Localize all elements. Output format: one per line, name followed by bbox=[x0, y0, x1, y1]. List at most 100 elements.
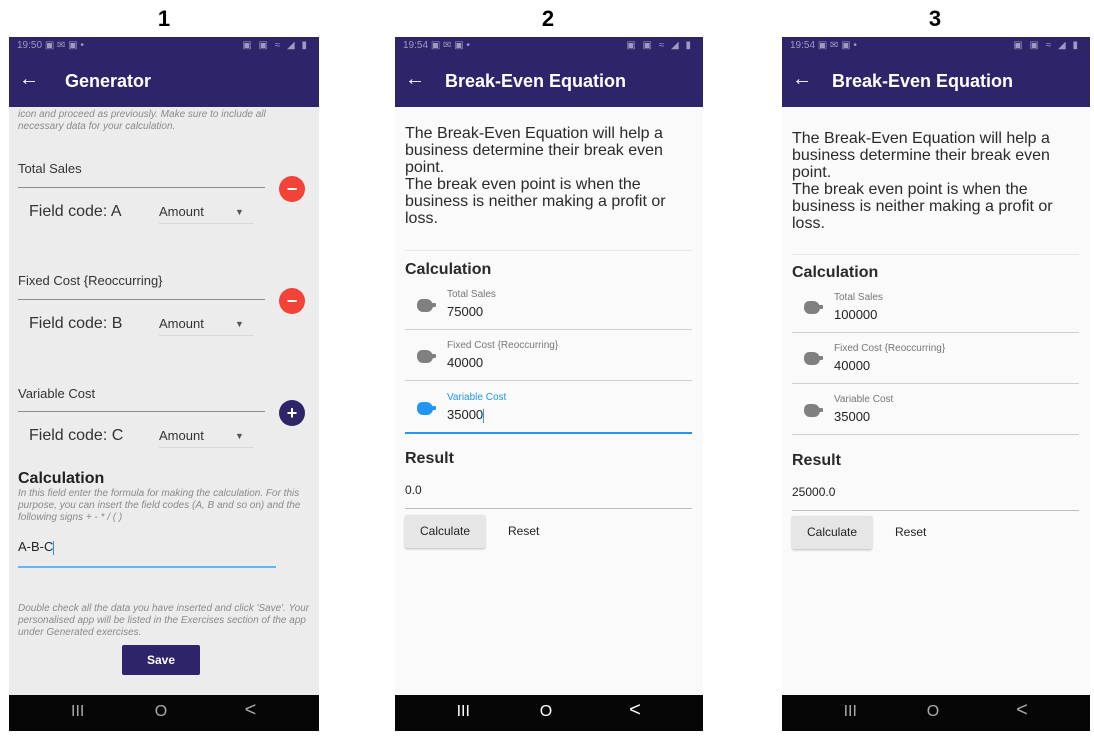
select-underline bbox=[159, 447, 254, 448]
description-line-1: The Break-Even Equation will help a busi… bbox=[405, 125, 663, 176]
panel-number-3: 3 bbox=[928, 6, 942, 31]
input-label-total-sales: Total Sales bbox=[447, 289, 496, 300]
description: The Break-Even Equation will help a busi… bbox=[405, 125, 695, 227]
description-line-2: The break even point is when the busines… bbox=[792, 181, 1053, 232]
description-line-1: The Break-Even Equation will help a busi… bbox=[792, 130, 1050, 181]
formula-underline bbox=[18, 566, 276, 568]
piggy-bank-icon bbox=[804, 301, 823, 314]
input-label-fixed-cost: Fixed Cost {Reoccurring} bbox=[447, 340, 559, 351]
back-arrow-icon[interactable]: ← bbox=[19, 69, 39, 89]
field-underline bbox=[18, 411, 265, 412]
reset-button[interactable]: Reset bbox=[895, 525, 926, 539]
formula-input[interactable]: A-B-C bbox=[18, 539, 55, 555]
field-label-total-sales[interactable]: Total Sales bbox=[18, 161, 82, 176]
intro-hint: icon and proceed as previously. Make sur… bbox=[18, 109, 266, 132]
page-title: Break-Even Equation bbox=[445, 71, 627, 91]
calculation-heading: Calculation bbox=[18, 470, 105, 487]
status-system-icons: ▣ ▣ ≈ ◢ ▮ bbox=[1013, 40, 1080, 51]
field-type-select[interactable]: Amount bbox=[159, 316, 204, 331]
calculate-button[interactable]: Calculate bbox=[405, 515, 485, 548]
chevron-down-icon[interactable]: ▼ bbox=[235, 319, 244, 329]
field-label-fixed-cost[interactable]: Fixed Cost {Reoccurring} bbox=[18, 273, 163, 288]
status-system-icons: ▣ ▣ ≈ ◢ ▮ bbox=[626, 40, 693, 51]
select-underline bbox=[159, 335, 254, 336]
divider bbox=[792, 254, 1079, 255]
input-underline bbox=[792, 332, 1079, 333]
field-type-select[interactable]: Amount bbox=[159, 428, 204, 443]
description: The Break-Even Equation will help a busi… bbox=[792, 130, 1082, 232]
recent-apps-icon[interactable]: III bbox=[844, 703, 857, 721]
input-label-variable-cost: Variable Cost bbox=[834, 394, 894, 405]
back-arrow-icon[interactable]: ← bbox=[405, 69, 425, 89]
calculation-hint: In this field enter the formula for maki… bbox=[18, 488, 301, 523]
piggy-bank-icon bbox=[417, 350, 436, 363]
field-type-select[interactable]: Amount bbox=[159, 204, 204, 219]
system-nav-bar: III O < bbox=[395, 695, 703, 731]
field-underline bbox=[18, 299, 265, 300]
system-nav-bar: III O < bbox=[9, 695, 319, 731]
result-underline bbox=[405, 508, 692, 509]
calculate-button[interactable]: Calculate bbox=[792, 516, 872, 549]
chevron-down-icon[interactable]: ▼ bbox=[235, 207, 244, 217]
divider bbox=[405, 250, 692, 251]
panel-number-2: 2 bbox=[541, 6, 555, 31]
app-bar: ← Break-Even Equation bbox=[782, 55, 1090, 107]
status-system-icons: ▣ ▣ ≈ ◢ ▮ bbox=[242, 40, 309, 51]
input-variable-cost[interactable]: 35000 bbox=[447, 407, 485, 423]
piggy-bank-icon bbox=[804, 352, 823, 365]
back-icon[interactable]: < bbox=[245, 699, 257, 722]
chevron-down-icon[interactable]: ▼ bbox=[235, 431, 244, 441]
home-icon[interactable]: O bbox=[927, 703, 939, 721]
status-time: 19:50 bbox=[17, 40, 43, 51]
status-notification-icons: ▣ ✉ ▣ • bbox=[430, 40, 470, 51]
field-code-b: Field code: B bbox=[29, 315, 123, 332]
input-label-fixed-cost: Fixed Cost {Reoccurring} bbox=[834, 343, 946, 354]
back-icon[interactable]: < bbox=[1016, 699, 1028, 722]
app-bar: ← Generator bbox=[9, 55, 319, 107]
result-heading: Result bbox=[792, 452, 841, 469]
piggy-bank-icon bbox=[417, 402, 436, 415]
phone-screen-generator: 19:50 ▣ ✉ ▣ • ▣ ▣ ≈ ◢ ▮ ← Generator icon… bbox=[9, 37, 319, 731]
phone-screen-break-even-input: 19:54 ▣ ✉ ▣ • ▣ ▣ ≈ ◢ ▮ ← Break-Even Equ… bbox=[395, 37, 703, 731]
back-arrow-icon[interactable]: ← bbox=[792, 69, 812, 89]
app-bar: ← Break-Even Equation bbox=[395, 55, 703, 107]
home-icon[interactable]: O bbox=[540, 703, 552, 721]
recent-apps-icon[interactable]: III bbox=[71, 703, 84, 721]
status-notification-icons: ▣ ✉ ▣ • bbox=[44, 40, 84, 51]
input-underline bbox=[405, 329, 692, 330]
result-heading: Result bbox=[405, 450, 454, 467]
status-time: 19:54 bbox=[790, 40, 816, 51]
input-fixed-cost[interactable]: 40000 bbox=[447, 355, 483, 370]
text-cursor bbox=[53, 540, 55, 555]
page-title: Generator bbox=[65, 71, 152, 91]
save-button[interactable]: Save bbox=[122, 645, 200, 675]
formula-value: A-B-C bbox=[18, 539, 54, 554]
status-bar: 19:54 ▣ ✉ ▣ • ▣ ▣ ≈ ◢ ▮ bbox=[395, 37, 703, 55]
calculation-heading: Calculation bbox=[405, 261, 492, 278]
status-time: 19:54 bbox=[403, 40, 429, 51]
input-total-sales[interactable]: 75000 bbox=[447, 304, 483, 319]
field-code-a: Field code: A bbox=[29, 203, 122, 220]
input-label-total-sales: Total Sales bbox=[834, 292, 883, 303]
select-underline bbox=[159, 223, 254, 224]
text-cursor bbox=[483, 408, 485, 423]
input-fixed-cost[interactable]: 40000 bbox=[834, 358, 870, 373]
back-icon[interactable]: < bbox=[629, 699, 641, 722]
panel-number-1: 1 bbox=[157, 6, 171, 31]
add-field-button[interactable]: + bbox=[279, 400, 305, 426]
input-variable-cost[interactable]: 35000 bbox=[834, 409, 870, 424]
result-value: 0.0 bbox=[405, 483, 422, 497]
remove-field-button[interactable]: − bbox=[279, 288, 305, 314]
remove-field-button[interactable]: − bbox=[279, 176, 305, 202]
home-icon[interactable]: O bbox=[155, 703, 167, 721]
input-variable-cost-value: 35000 bbox=[447, 407, 484, 422]
reset-button[interactable]: Reset bbox=[508, 524, 539, 538]
piggy-bank-icon bbox=[804, 404, 823, 417]
field-label-variable-cost[interactable]: Variable Cost bbox=[18, 386, 95, 401]
calculation-heading: Calculation bbox=[792, 264, 879, 281]
recent-apps-icon[interactable]: III bbox=[457, 703, 470, 721]
input-underline bbox=[792, 434, 1079, 435]
status-bar: 19:50 ▣ ✉ ▣ • ▣ ▣ ≈ ◢ ▮ bbox=[9, 37, 319, 55]
input-total-sales[interactable]: 100000 bbox=[834, 307, 877, 322]
description-line-2: The break even point is when the busines… bbox=[405, 176, 666, 227]
